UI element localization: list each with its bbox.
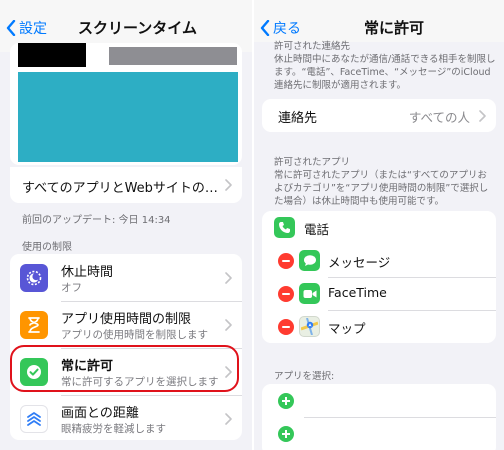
choose-apps-card (262, 384, 496, 450)
limit-subtitle: 眼精疲労を軽減します (61, 423, 166, 435)
chevron-right-icon (225, 272, 232, 284)
screen-distance-icon (20, 405, 48, 433)
remove-button[interactable] (278, 319, 294, 335)
highlight-annotation (10, 345, 239, 392)
all-apps-label: すべてのアプリとWebサイトの… (22, 181, 218, 196)
redacted-block-dark (18, 43, 86, 67)
messages-icon (299, 250, 320, 271)
chevron-left-icon (6, 20, 16, 36)
row-separator (61, 301, 242, 302)
add-app-row[interactable] (262, 384, 496, 417)
contacts-row[interactable]: 連絡先 すべての人 (262, 99, 496, 132)
chevron-right-icon (225, 413, 232, 425)
chevron-right-icon (225, 319, 232, 331)
allowed-apps-card: 電話 メッセージ FaceTime マップ (262, 211, 496, 343)
row-separator (61, 395, 242, 396)
limit-row-app-limits[interactable]: アプリ使用時間の制限 アプリの使用時間を制限します (10, 303, 242, 347)
app-name: 電話 (304, 222, 330, 237)
limit-title: アプリ使用時間の制限 (61, 312, 192, 327)
page-title: 常に許可 (363, 19, 424, 37)
allowed-app-row[interactable]: メッセージ (262, 244, 496, 277)
always-allowed-pane: 戻る 常に許可 許可された連絡先 休止時間中にあなたが通信/通話できる相手を制限… (254, 0, 504, 450)
facetime-icon (299, 283, 320, 304)
allowed-app-row[interactable]: 電話 (262, 211, 496, 244)
add-button[interactable] (278, 393, 294, 409)
page-title: スクリーンタイム (78, 19, 197, 37)
usage-chart (18, 72, 238, 162)
usage-card[interactable] (10, 43, 242, 165)
chevron-left-icon (260, 20, 270, 36)
maps-icon (299, 316, 320, 337)
limit-title: 休止時間 (61, 265, 114, 280)
contacts-description: 許可された連絡先 休止時間中にあなたが通信/通話できる相手を制限します。“電話”… (274, 40, 496, 92)
contacts-description-text: 休止時間中にあなたが通信/通話できる相手を制限します。“電話”、FaceTime… (274, 54, 496, 91)
choose-apps-header: アプリを選択: (274, 371, 335, 382)
limit-row-downtime[interactable]: 休止時間 オフ (10, 256, 242, 300)
screen-time-pane: 設定 スクリーンタイム すべてのアプリとWebサイトの… 前回のアップデート: … (0, 0, 252, 450)
back-button-settings[interactable]: 設定 (6, 18, 47, 38)
phone-icon (274, 217, 295, 238)
hourglass-icon (20, 311, 48, 339)
chevron-right-icon (479, 110, 486, 122)
remove-button[interactable] (278, 253, 294, 269)
limits-section-header: 使用の制限 (22, 242, 72, 253)
back-label: 設定 (19, 21, 47, 37)
add-app-row[interactable] (262, 417, 496, 450)
allowed-app-row[interactable]: FaceTime (262, 277, 496, 310)
nav-bar: 戻る 常に許可 (254, 0, 504, 42)
redacted-block-gray (109, 47, 237, 65)
add-button[interactable] (278, 426, 294, 442)
chevron-right-icon (225, 179, 232, 191)
remove-button[interactable] (278, 286, 294, 302)
limit-row-screen-distance[interactable]: 画面との距離 眼精疲労を軽減します (10, 397, 242, 440)
limit-subtitle: オフ (61, 282, 82, 294)
apps-description: 許可されたアプリ 常に許可されたアプリ（または“すべてのアプリおよびカテゴリ”を… (274, 156, 496, 208)
app-name: マップ (328, 321, 366, 336)
downtime-icon (20, 264, 48, 292)
all-apps-row[interactable]: すべてのアプリとWebサイトの… (10, 167, 242, 203)
contacts-section-header: 許可された連絡先 (274, 41, 351, 52)
apps-description-text: 常に許可されたアプリ（または“すべてのアプリおよびカテゴリ”を“アプリ使用時間の… (274, 170, 489, 207)
apps-section-header: 許可されたアプリ (274, 157, 351, 168)
limit-subtitle: アプリの使用時間を制限します (61, 329, 208, 341)
last-update-text: 前回のアップデート: 今日 14:34 (22, 215, 171, 226)
app-name: FaceTime (328, 285, 387, 300)
app-name: メッセージ (328, 255, 391, 270)
contacts-value: すべての人 (408, 110, 470, 125)
allowed-app-row[interactable]: マップ (262, 310, 496, 343)
contacts-label: 連絡先 (278, 111, 318, 126)
limit-title: 画面との距離 (61, 406, 139, 421)
